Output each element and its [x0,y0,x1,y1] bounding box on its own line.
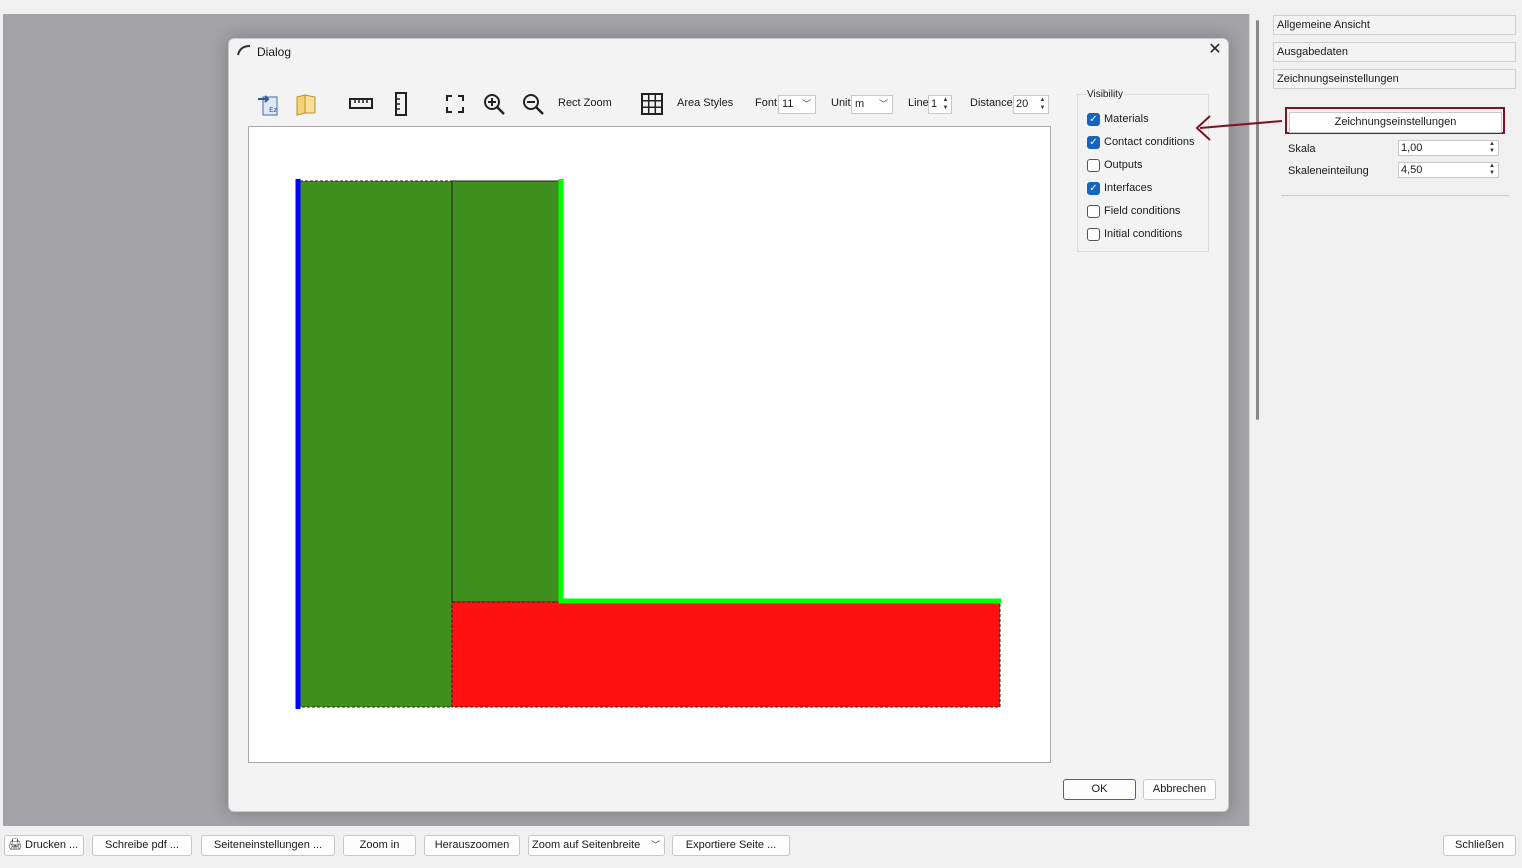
font-label: Font [755,97,778,109]
unit-label: Unit [831,97,851,109]
grid-icon[interactable] [638,91,666,117]
distance-spinbox[interactable]: 20 ▲ ▼ [1013,95,1049,114]
material-region-left [299,180,453,708]
print-label: Drucken ... [25,839,79,851]
visibility-title: Visibility [1086,89,1124,100]
annotation-arrow-icon [1195,115,1283,141]
zoom-page-width-value: Zoom auf Seitenbreite [532,839,641,851]
checkbox-label-outputs[interactable]: Outputs [1104,159,1143,171]
line-value: 1 [931,98,938,110]
material-region-bottom [451,601,1001,708]
line-label: Line [908,97,929,109]
app-icon [237,44,251,59]
checkbox-outputs[interactable] [1087,159,1100,172]
close-button[interactable]: Schließen [1443,835,1516,856]
printer-icon: 🖨 [8,839,22,851]
dialog-title: Dialog [257,45,292,59]
font-value: 11 [782,98,794,110]
spin-arrows-icon[interactable]: ▲ ▼ [1038,96,1047,112]
folder-icon[interactable] [292,91,320,117]
rect-zoom-button[interactable]: Rect Zoom [558,97,612,109]
unit-value: m [855,98,865,110]
vertical-ruler-icon[interactable] [387,91,415,117]
drawing-canvas[interactable] [248,126,1051,763]
interface-boundary [558,179,1001,604]
checkbox-interfaces[interactable]: ✓ [1087,182,1100,195]
checkbox-field-conditions[interactable] [1087,205,1100,218]
checkbox-label-initial-conditions[interactable]: Initial conditions [1104,228,1182,240]
zoom-page-width-combobox[interactable]: Zoom auf Seitenbreite ﹀ [528,835,665,856]
ok-button[interactable]: OK [1063,779,1136,800]
section-drawing-settings[interactable]: Zeichnungseinstellungen [1273,69,1516,89]
checkbox-contact-conditions[interactable]: ✓ [1087,136,1100,149]
checkbox-label-field-conditions[interactable]: Field conditions [1104,205,1180,217]
scale-label: Skala [1288,143,1316,155]
unit-combobox[interactable]: m ﹀ [851,95,893,114]
preview-scrollbar-thumb[interactable] [1256,20,1259,420]
distance-label: Distance [970,97,1013,109]
export-page-button[interactable]: Exportiere Seite ... [672,835,790,856]
horizontal-ruler-icon[interactable] [347,91,375,117]
chevron-down-icon: ﹀ [650,840,660,850]
scale-division-label: Skaleneinteilung [1288,165,1369,177]
material-region-middle [451,180,561,603]
close-icon[interactable]: ✕ [1207,42,1223,58]
checkbox-initial-conditions[interactable] [1087,228,1100,241]
fit-to-view-icon[interactable] [441,91,469,117]
checkbox-label-contact-conditions[interactable]: Contact conditions [1104,136,1195,148]
drawing-settings-button[interactable]: Zeichnungseinstellungen [1289,112,1502,133]
svg-text:Ez: Ez [269,106,277,114]
chevron-down-icon: ﹀ [878,99,888,109]
spin-arrows-icon[interactable]: ▲ ▼ [941,96,950,112]
zoom-in-button[interactable]: Zoom in [343,835,416,856]
divider [1281,195,1509,196]
font-combobox[interactable]: 11 ﹀ [778,95,816,114]
spin-arrows-icon[interactable]: ▲ ▼ [1487,141,1497,155]
checkbox-label-interfaces[interactable]: Interfaces [1104,182,1152,194]
checkbox-materials[interactable]: ✓ [1087,113,1100,126]
write-pdf-button[interactable]: Schreibe pdf ... [92,835,192,856]
section-output-data[interactable]: Ausgabedaten [1273,42,1516,62]
scale-spinbox[interactable]: 1,00 ▲ ▼ [1398,140,1499,156]
page-settings-button[interactable]: Seiteneinstellungen ... [201,835,335,856]
zoom-out-button[interactable]: Herauszoomen [424,835,520,856]
zoom-in-icon[interactable] [480,91,508,117]
area-styles-button[interactable]: Area Styles [677,97,733,109]
spin-arrows-icon[interactable]: ▲ ▼ [1487,163,1497,177]
scale-division-spinbox[interactable]: 4,50 ▲ ▼ [1398,162,1499,178]
section-general-view[interactable]: Allgemeine Ansicht [1273,15,1516,35]
zoom-out-icon[interactable] [519,91,547,117]
distance-value: 20 [1016,98,1029,110]
cancel-button[interactable]: Abbrechen [1143,779,1216,800]
chevron-down-icon: ﹀ [801,99,811,109]
line-spinbox[interactable]: 1 ▲ ▼ [928,95,952,114]
print-button[interactable]: 🖨 Drucken ... [4,835,84,856]
scale-value: 1,00 [1401,142,1423,154]
scale-division-value: 4,50 [1401,164,1423,176]
checkbox-label-materials[interactable]: Materials [1104,113,1149,125]
import-icon[interactable]: Ez [254,91,282,117]
